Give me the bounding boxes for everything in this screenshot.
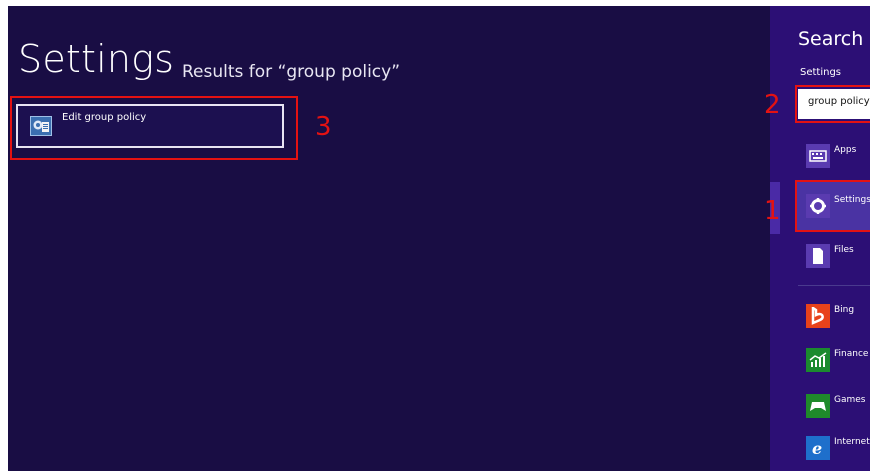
svg-text:e: e [812,439,822,457]
annotation-number-1: 1 [764,196,781,226]
results-subtitle: Results for “group policy” [182,62,401,82]
category-internet-explorer[interactable]: e Internet Explorer [770,426,870,471]
category-label: Games [834,395,866,405]
category-label: Finance [834,349,869,359]
screen: Settings Results for “group policy” Edit… [8,6,870,471]
category-bing[interactable]: Bing [770,294,870,342]
category-separator [798,285,870,286]
page-title: Settings [18,37,175,81]
category-files[interactable]: Files [770,234,870,282]
category-label: Internet Explorer [834,437,870,447]
keyboard-icon [806,144,830,168]
category-label: Apps [834,145,857,155]
annotation-box-1 [795,180,870,232]
bing-icon [806,304,830,328]
internet-explorer-icon: e [806,436,830,460]
category-games[interactable]: Games [770,384,870,432]
finance-chart-icon [806,348,830,372]
annotation-number-2: 2 [764,90,781,120]
annotation-box-3 [10,96,298,160]
search-panel-title: Search [798,28,864,50]
search-charm-panel: Search Settings Apps [770,6,870,471]
category-label: Files [834,245,854,255]
annotation-number-3: 3 [315,112,332,142]
search-results-area: Settings Results for “group policy” Edit… [8,6,770,471]
category-finance[interactable]: Finance [770,338,870,386]
game-controller-icon [806,394,830,418]
annotation-box-2 [795,85,870,123]
search-scope-label: Settings [800,67,842,78]
category-label: Bing [834,305,855,315]
document-icon [806,244,830,268]
category-apps[interactable]: Apps [770,134,870,182]
